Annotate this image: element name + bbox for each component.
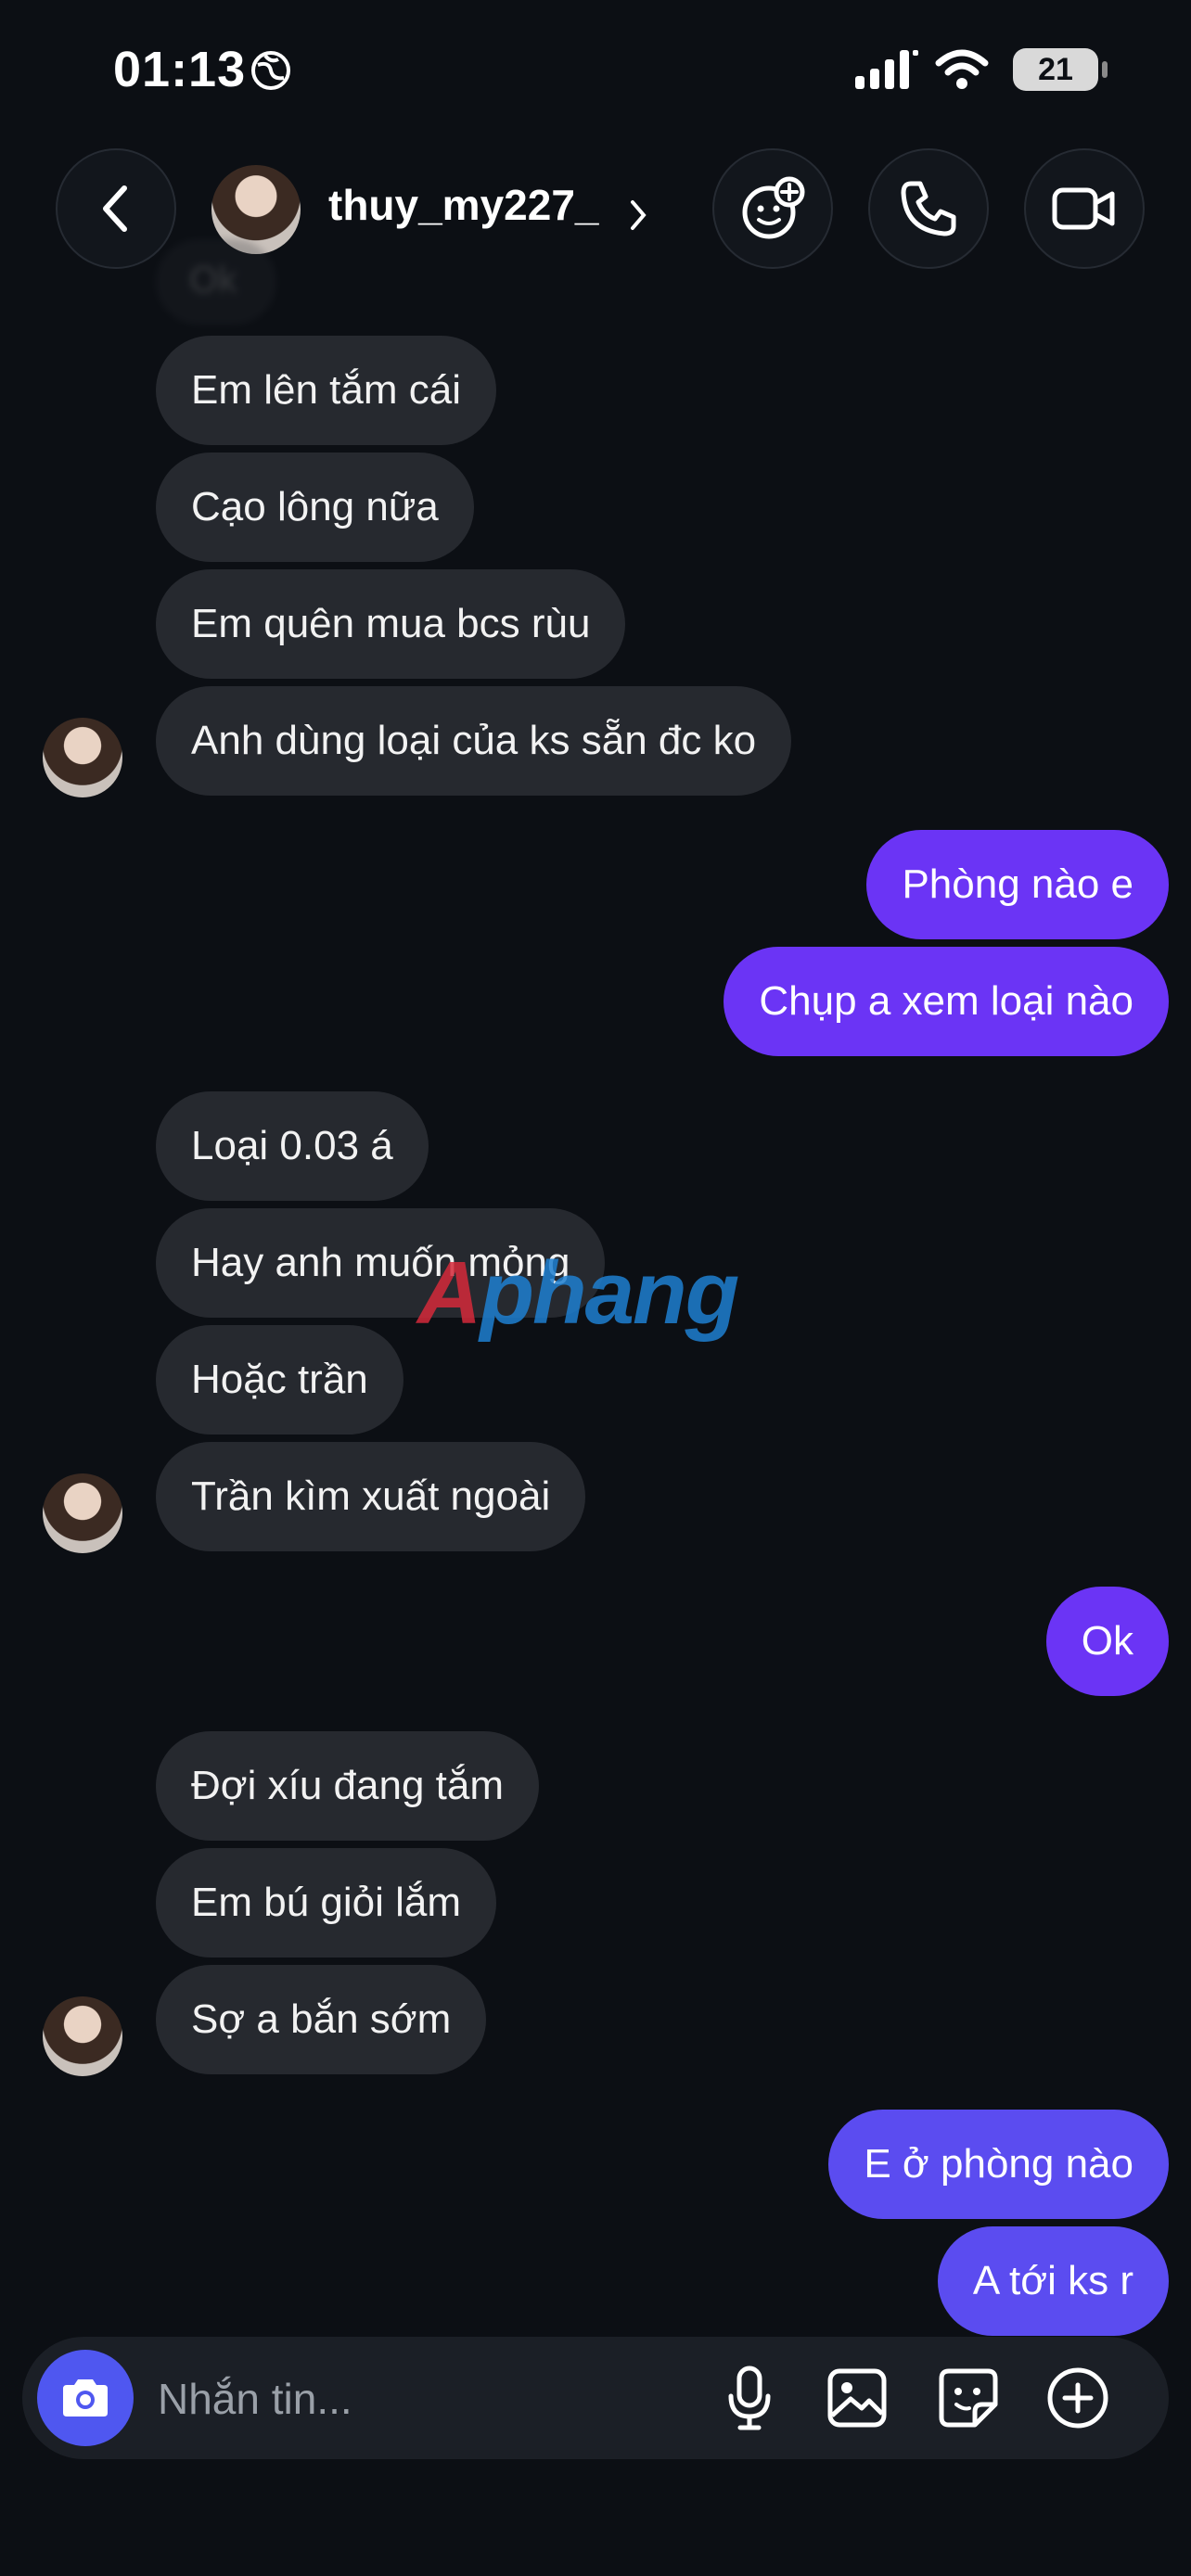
back-button[interactable] [56, 148, 176, 269]
chevron-right-icon[interactable] [627, 193, 649, 237]
gallery-button[interactable] [824, 2365, 890, 2431]
watermark-logo: Aphang [417, 1243, 739, 1343]
message-bubble-sent[interactable]: E ở phòng nào [828, 2110, 1169, 2219]
microphone-button[interactable] [716, 2365, 783, 2431]
battery-cap [1102, 61, 1108, 78]
effects-icon [742, 176, 805, 239]
message-bubble-sent[interactable]: Phòng nào e [866, 830, 1169, 939]
microphone-icon [728, 2366, 771, 2430]
message-bubble-received[interactable]: Loại 0.03 á [156, 1091, 429, 1201]
chat-username[interactable]: thuy_my227_ [328, 180, 599, 230]
wifi-icon [935, 49, 989, 89]
message-composer: Nhắn tin... [22, 2337, 1169, 2459]
message-bubble-sent[interactable]: Chụp a xem loại nào [724, 947, 1169, 1056]
status-bar: 01:13 21 [0, 0, 1191, 139]
status-time: 01:13 [113, 42, 247, 97]
sticker-button[interactable] [935, 2365, 1002, 2431]
gallery-icon [827, 2368, 887, 2428]
message-bubble-received[interactable]: Em lên tắm cái [156, 336, 496, 445]
message-bubble-received[interactable]: Em bú giỏi lắm [156, 1848, 497, 1958]
camera-icon [63, 2379, 108, 2417]
phone-icon [901, 181, 956, 236]
message-bubble-received[interactable]: Cạo lông nữa [156, 453, 474, 562]
sticker-icon [939, 2368, 998, 2428]
faded-message-text: Ok [189, 260, 237, 300]
back-icon [103, 185, 127, 232]
message-bubble-sent[interactable]: Ok [1045, 1587, 1169, 1696]
message-bubble-received[interactable]: Sợ a bắn sớm [156, 1965, 487, 2074]
message-bubble-sent[interactable]: A tới ks r [937, 2226, 1169, 2336]
sender-avatar [43, 1996, 122, 2076]
message-input[interactable]: Nhắn tin... [158, 2374, 352, 2424]
message-bubble-received[interactable]: Em quên mua bcs rùu [156, 569, 626, 679]
battery-icon: 21 [1013, 48, 1098, 91]
more-options-button[interactable] [1044, 2365, 1111, 2431]
message-bubble-received[interactable]: Trần kìm xuất ngoài [156, 1442, 586, 1551]
message-bubble-received[interactable]: Anh dùng loại của ks sẵn đc ko [156, 686, 792, 796]
sender-avatar [43, 1473, 122, 1553]
faded-message-bubble: Ok [156, 239, 276, 325]
message-bubble-received[interactable]: Đợi xíu đang tắm [156, 1731, 540, 1841]
video-call-button[interactable] [1024, 148, 1145, 269]
video-icon [1052, 187, 1115, 230]
effects-button[interactable] [712, 148, 833, 269]
plus-icon [1047, 2367, 1108, 2429]
message-bubble-received[interactable]: Hoặc trần [156, 1325, 403, 1435]
sender-avatar [43, 718, 122, 797]
signal-icon [855, 50, 918, 89]
camera-button[interactable] [37, 2350, 134, 2446]
globe-icon [251, 51, 290, 90]
call-button[interactable] [868, 148, 989, 269]
battery-level: 21 [1038, 52, 1073, 87]
